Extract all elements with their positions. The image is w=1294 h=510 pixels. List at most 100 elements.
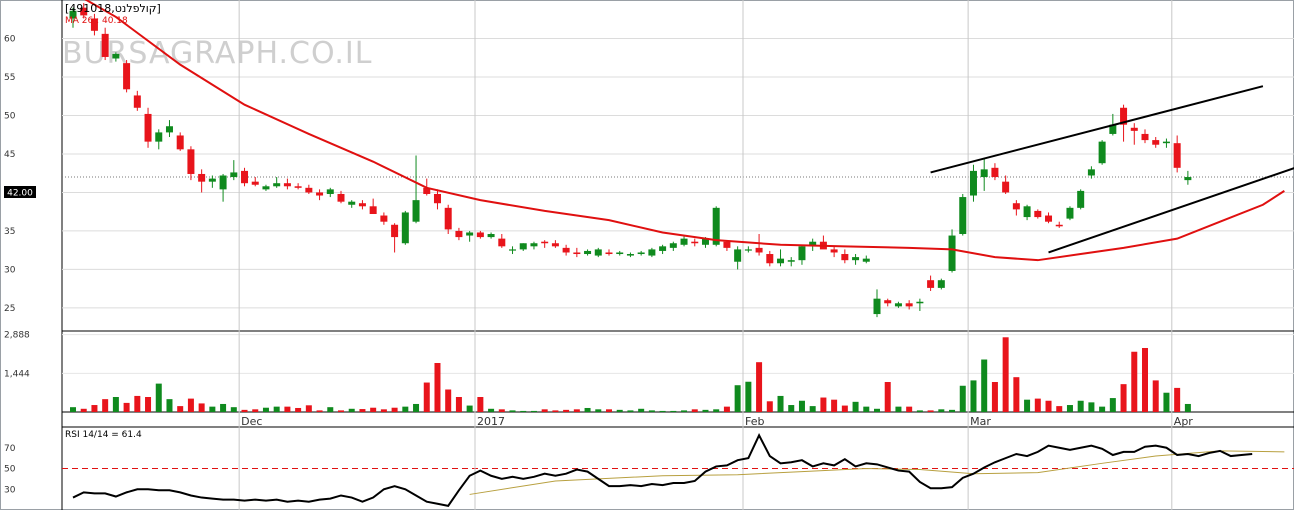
volume-bar — [380, 409, 387, 412]
volume-bar — [1142, 347, 1148, 412]
volume-bar — [316, 410, 323, 412]
volume-bar — [284, 406, 291, 412]
volume-bar — [820, 397, 827, 412]
candle-body — [444, 207, 452, 230]
rsi-layer — [72, 433, 1285, 507]
volume-bar — [434, 362, 441, 412]
volume-bar — [606, 409, 612, 412]
volume-bar — [584, 407, 591, 412]
chart-title: [קולפלנט,491018] — [65, 2, 161, 15]
candle-body — [1184, 177, 1192, 181]
volume-bar — [777, 395, 784, 412]
volume-bar — [273, 406, 280, 412]
candle-body — [980, 169, 988, 178]
candle-body — [144, 113, 152, 142]
candle-body — [884, 300, 892, 304]
candle-body — [1087, 169, 1095, 176]
candle-body — [241, 170, 249, 184]
volume-bar — [595, 409, 602, 412]
candle-body — [830, 249, 838, 253]
candle-body — [691, 241, 699, 244]
volume-bar — [1152, 380, 1159, 412]
candle-body — [1162, 141, 1170, 144]
volume-bar — [155, 383, 162, 412]
month-label: Apr — [1174, 415, 1194, 428]
price-tick-label: 35 — [4, 227, 15, 237]
month-label: Feb — [745, 415, 764, 428]
volume-bar — [1077, 400, 1084, 412]
volume-bar — [648, 410, 655, 412]
candle-body — [262, 186, 270, 190]
candle-body — [626, 254, 634, 256]
candle-body — [777, 258, 785, 264]
volume-bar — [906, 406, 913, 412]
candle-body — [1002, 181, 1010, 193]
candle-body — [562, 247, 570, 253]
candle-body — [616, 252, 624, 255]
candle-body — [101, 33, 109, 57]
candle-body — [1034, 210, 1042, 218]
volume-bar — [488, 408, 495, 412]
candle-body — [176, 135, 184, 150]
month-label: Dec — [241, 415, 262, 428]
candle-body — [852, 257, 860, 261]
volume-bar — [198, 403, 205, 412]
volume-bar — [123, 402, 130, 412]
volume-bar — [863, 406, 870, 412]
volume-bar — [798, 400, 805, 412]
volume-bar — [423, 382, 430, 412]
volume-bar — [949, 409, 956, 412]
chart-canvas: BURSAGRAPH.CO.IL 60555045403530252,8881,… — [0, 0, 1294, 510]
rsi-tick-label: 50 — [4, 465, 16, 475]
candle-body — [530, 243, 538, 247]
volume-bar — [959, 385, 966, 412]
volume-bar — [509, 410, 516, 412]
volume-bar — [445, 389, 452, 412]
trend-line — [930, 85, 1264, 174]
volume-bar — [766, 401, 773, 412]
candle-body — [283, 183, 291, 187]
candle-body — [305, 187, 313, 193]
volume-bar — [1066, 405, 1073, 412]
candle-body — [433, 193, 441, 204]
volume-bar — [413, 403, 420, 412]
candle-body — [669, 243, 677, 248]
candle-body — [498, 238, 506, 247]
month-label: 2017 — [477, 415, 505, 428]
candle-body — [1012, 203, 1020, 210]
volume-bar — [209, 406, 216, 412]
volume-bar — [1163, 392, 1170, 412]
candle-body — [755, 247, 763, 253]
volume-bar — [241, 409, 248, 412]
candle-body — [337, 193, 345, 202]
candle-body — [948, 235, 956, 271]
candle-body — [273, 183, 281, 187]
candle-body — [208, 178, 216, 182]
volume-bar — [1024, 399, 1031, 412]
candle-body — [605, 252, 613, 255]
volume-bar — [1120, 384, 1127, 412]
volume-bar — [1034, 398, 1041, 412]
volume-tick-label: 2,888 — [4, 331, 30, 341]
volume-bar — [1131, 351, 1138, 412]
candle-body — [1141, 133, 1149, 141]
candle-body — [519, 243, 527, 250]
axis-labels: 60555045403530252,8881,444705030Dec2017F… — [4, 34, 1193, 495]
volume-bar — [230, 407, 237, 412]
volume-bar — [927, 410, 934, 412]
candle-body — [391, 224, 399, 238]
volume-bar — [745, 381, 752, 412]
volume-bar — [70, 407, 76, 412]
volume-bar — [573, 409, 580, 412]
candle-body — [187, 149, 195, 174]
rsi-tick-label: 30 — [4, 485, 16, 495]
candle-body — [1098, 141, 1106, 164]
volume-bar — [702, 409, 709, 412]
candle-body — [1055, 224, 1063, 227]
volume-bars — [70, 337, 1191, 412]
stock-chart: BURSAGRAPH.CO.IL 60555045403530252,8881,… — [0, 0, 1294, 510]
candle-body — [894, 303, 902, 307]
candle-body — [509, 249, 517, 251]
volume-bar — [938, 409, 945, 412]
volume-bar — [1045, 400, 1052, 412]
